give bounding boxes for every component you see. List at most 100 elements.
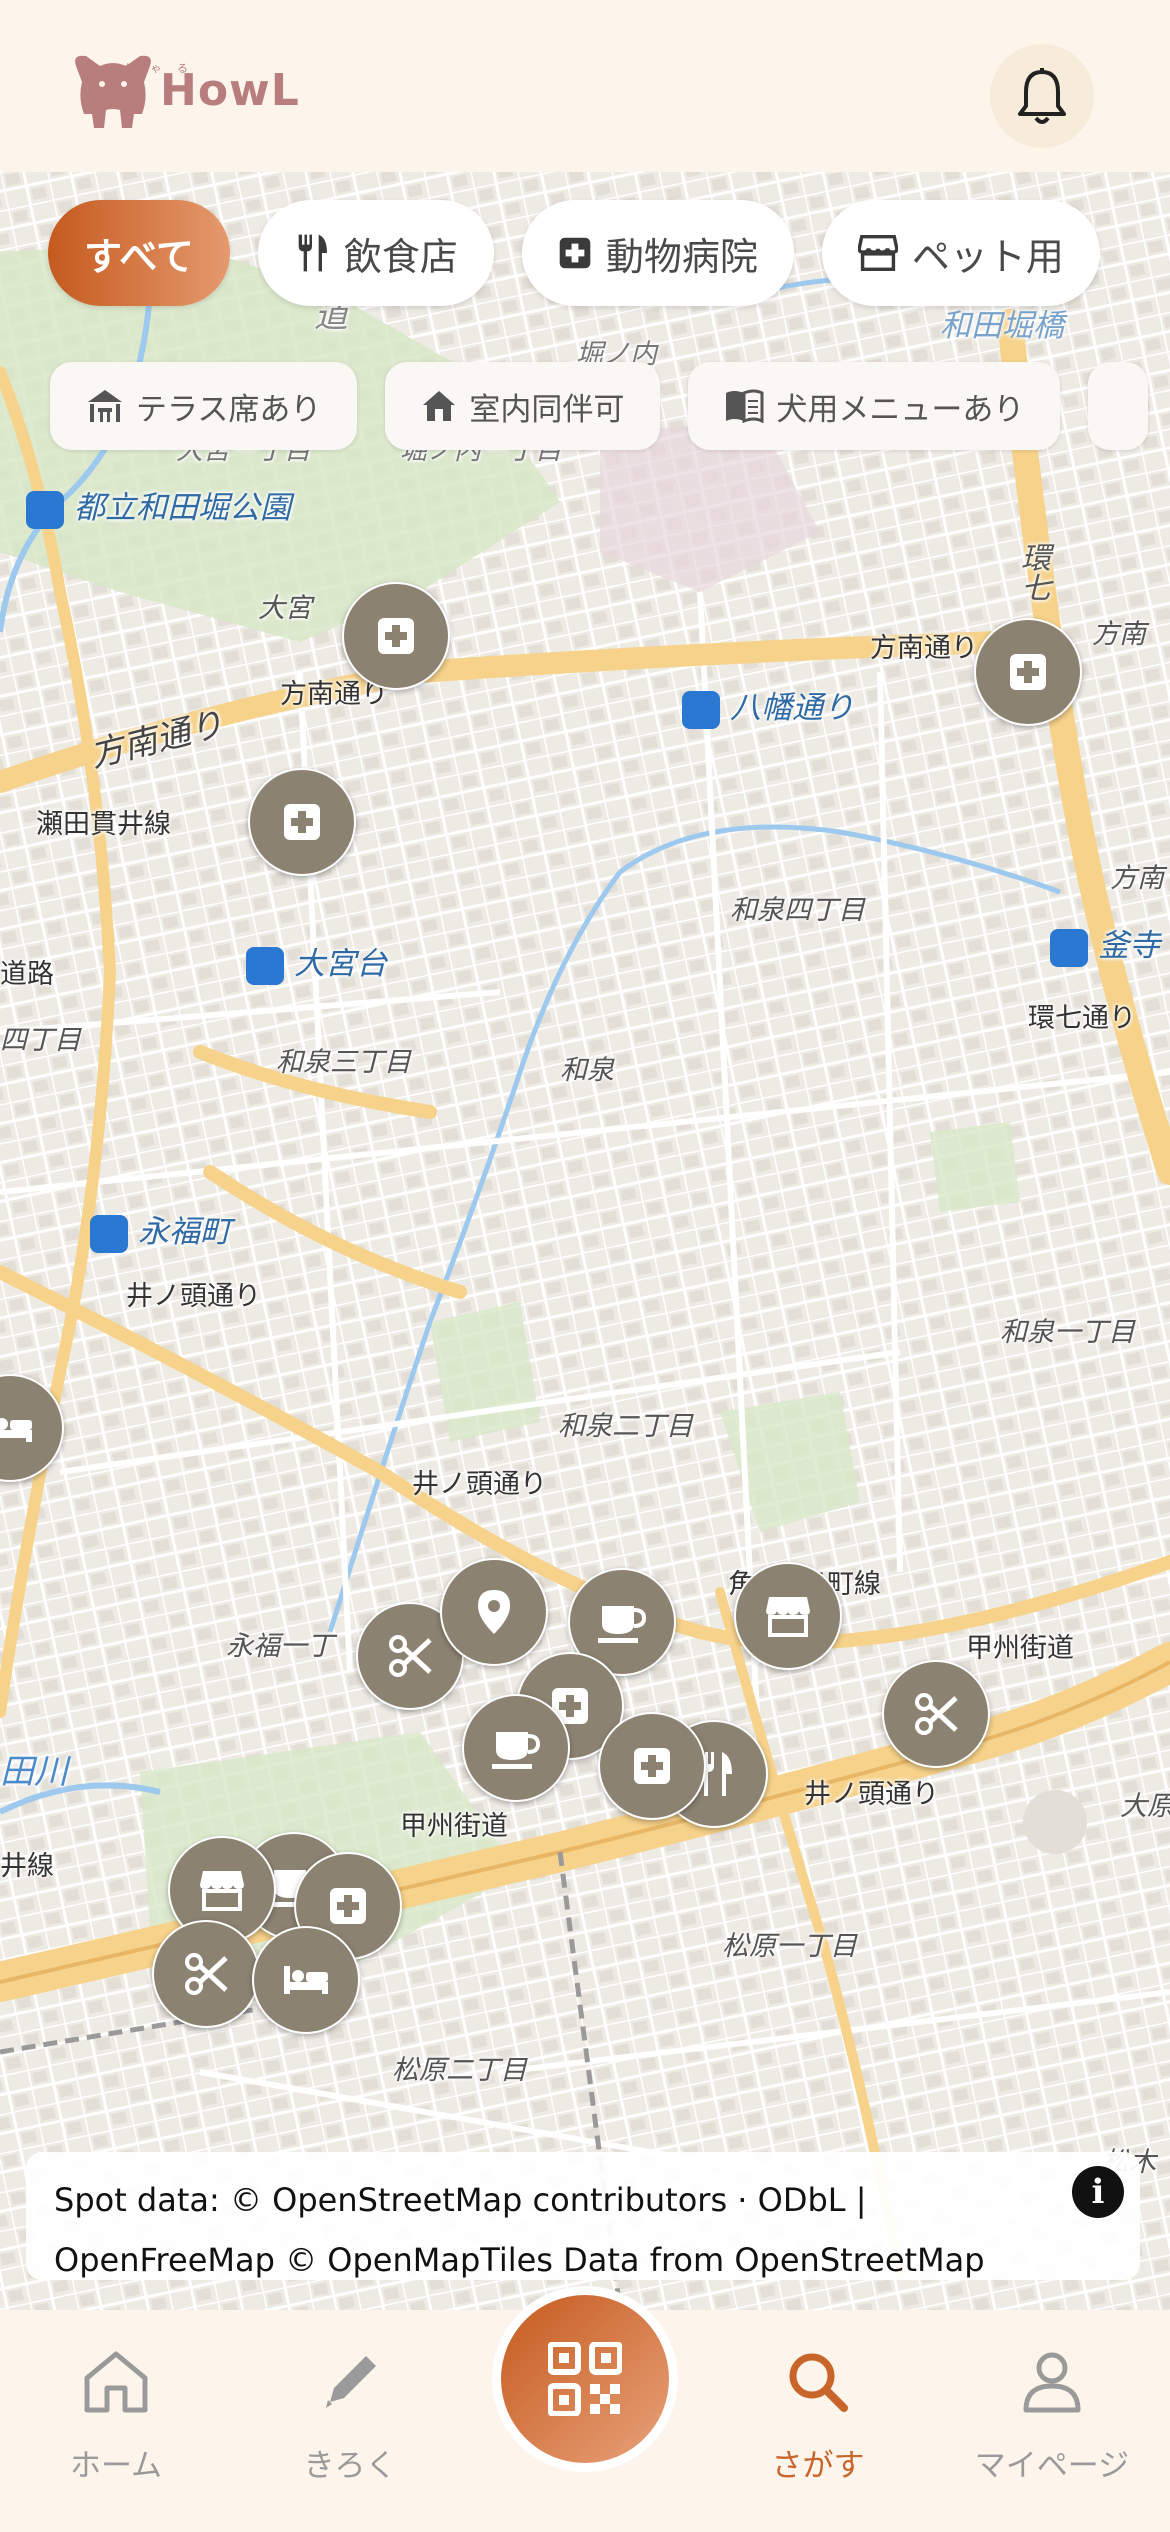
terrace-icon	[86, 388, 124, 424]
nav-label: マイページ	[974, 2448, 1130, 2484]
vet-marker[interactable]	[974, 618, 1082, 726]
app-header: HowL れ ゃ る	[0, 0, 1170, 172]
map-label: 環七	[1015, 542, 1050, 602]
map-label: 八幡通り	[682, 682, 854, 729]
filter-chip-dog-menu[interactable]: 犬用メニューあり	[688, 362, 1061, 450]
category-chip-restaurant[interactable]: 飲食店	[257, 200, 494, 306]
map-label: 大宮台	[246, 938, 387, 985]
map-label: 方南通り	[870, 633, 978, 664]
map-label: 瀬田貫井線	[36, 809, 171, 840]
attribution-line-1: Spot data: © OpenStreetMap contributors …	[54, 2181, 867, 2219]
vet-marker[interactable]	[248, 768, 356, 876]
location-pin-icon	[478, 1590, 510, 1634]
map-label: 井線	[0, 1851, 54, 1882]
filter-chip-terrace[interactable]: テラス席あり	[50, 362, 358, 450]
chip-label: 犬用メニューあり	[776, 391, 1025, 428]
scissors-icon	[185, 1953, 228, 1995]
store-icon	[857, 235, 898, 271]
map-attribution: Spot data: © OpenStreetMap contributors …	[26, 2152, 1140, 2280]
map-label: 和泉三丁目	[276, 1047, 411, 1078]
logo-subtitle: れ ゃ る	[124, 62, 194, 75]
bus-stop-icon	[90, 1214, 128, 1253]
shop-marker[interactable]	[734, 1562, 842, 1670]
qr-scan-button[interactable]	[492, 2286, 678, 2472]
notification-button[interactable]	[990, 44, 1094, 148]
hotel-marker[interactable]	[252, 1926, 360, 2034]
nav-mypage[interactable]: マイページ	[952, 2350, 1152, 2485]
bottom-navigation: ホーム きろく さがす マイページ	[0, 2286, 1170, 2532]
map-label: 甲州街道	[400, 1811, 508, 1842]
pencil-icon	[326, 2356, 376, 2408]
store-icon	[200, 1871, 244, 1911]
cup-icon	[492, 1732, 540, 1769]
medical-cross-icon	[284, 804, 320, 840]
map-label: 方南	[1110, 863, 1164, 894]
category-chip-pet-goods[interactable]: ペット用	[821, 200, 1100, 306]
map-label: 和泉	[560, 1055, 614, 1086]
bell-icon	[1018, 68, 1066, 124]
cafe-marker[interactable]	[462, 1694, 570, 1802]
vet-marker[interactable]	[342, 582, 450, 690]
qr-button-inner	[501, 2295, 669, 2463]
bed-icon	[0, 1418, 32, 1442]
scissors-icon	[915, 1693, 958, 1735]
filter-chip-more[interactable]	[1088, 362, 1149, 450]
nav-record[interactable]: きろく	[250, 2350, 450, 2485]
store-icon	[766, 1597, 810, 1637]
map-label: 松原二丁目	[392, 2055, 527, 2086]
chip-label: 動物病院	[605, 234, 758, 279]
bus-stop-icon	[26, 490, 64, 529]
map-label: 大原	[1120, 1791, 1170, 1822]
chip-label: テラス席あり	[136, 391, 322, 428]
map-label: 釜寺	[1050, 920, 1160, 967]
bus-stop-icon	[1050, 928, 1088, 967]
fork-knife-icon	[294, 233, 330, 273]
qr-code-icon	[548, 2342, 622, 2416]
search-icon	[789, 2353, 848, 2412]
vet-marker[interactable]	[598, 1712, 706, 1820]
spot-marker[interactable]	[440, 1558, 548, 1666]
category-filter-bar: すべて 飲食店 動物病院 ペット用	[0, 200, 1170, 306]
map-label: 井ノ頭通り	[804, 1779, 939, 1810]
map-label: 和泉二丁目	[558, 1411, 693, 1442]
map-label: 甲州街道	[966, 1633, 1074, 1664]
bus-stop-icon	[246, 946, 284, 985]
chip-label: 飲食店	[343, 234, 458, 279]
category-chip-vet[interactable]: 動物病院	[521, 200, 794, 306]
nav-home[interactable]: ホーム	[16, 2350, 216, 2485]
user-icon	[1023, 2352, 1081, 2413]
house-icon	[421, 389, 457, 423]
map-label: 松原一丁目	[722, 1931, 857, 1962]
bus-stop-icon	[682, 690, 720, 729]
map-view[interactable]: 都立和田堀公園 大宮 方南通り 方南通り 瀬田貫井線 大宮台 和泉三丁目 和泉 …	[0, 172, 1170, 2310]
filter-chip-indoor[interactable]: 室内同伴可	[385, 362, 661, 450]
info-icon[interactable]: i	[1072, 2166, 1124, 2218]
map-label: 大宮	[258, 593, 312, 624]
medical-cross-icon	[1010, 654, 1046, 690]
map-label: 道路	[0, 959, 54, 990]
scissors-icon	[389, 1635, 432, 1677]
nav-search[interactable]: さがす	[718, 2350, 918, 2485]
medical-cross-icon	[330, 1888, 366, 1924]
map-label: 和泉四丁目	[730, 895, 865, 926]
map-label: 方南	[1092, 619, 1146, 650]
nav-label: さがす	[771, 2448, 865, 2484]
bed-icon	[284, 1966, 328, 1994]
chip-label: ペット用	[911, 234, 1064, 279]
app-root: HowL れ ゃ る 都立和田堀公園 大宮 方南通り 方南通り 瀬田貫井線 大宮…	[0, 0, 1170, 2532]
grooming-marker[interactable]	[152, 1920, 260, 2028]
grooming-marker[interactable]	[882, 1660, 990, 1768]
map-label: 和田堀橋	[940, 308, 1064, 344]
map-label: 都立和田堀公園	[26, 482, 291, 529]
nav-label: きろく	[303, 2448, 397, 2484]
menu-book-icon	[724, 389, 764, 423]
medical-cross-icon	[558, 236, 592, 270]
nav-label: ホーム	[69, 2448, 163, 2484]
map-label: 四丁目	[0, 1025, 81, 1056]
map-label: 和泉一丁目	[1000, 1317, 1135, 1348]
attribution-line-2: OpenFreeMap © OpenMapTiles Data from Ope…	[54, 2241, 985, 2279]
category-chip-all[interactable]: すべて	[48, 200, 230, 306]
chip-label: 室内同伴可	[469, 391, 625, 428]
feature-filter-bar: テラス席あり 室内同伴可 犬用メニューあり	[0, 362, 1170, 450]
medical-cross-icon	[378, 618, 414, 654]
